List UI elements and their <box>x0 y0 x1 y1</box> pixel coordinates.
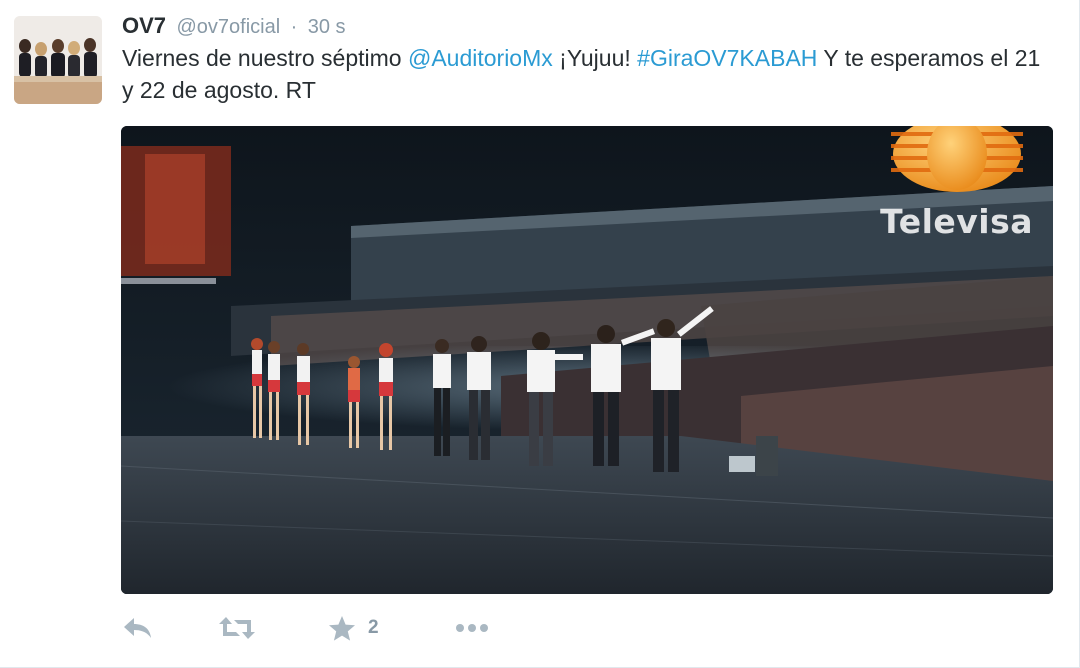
retweet-icon <box>219 617 255 639</box>
tweet-text-part: Viernes de nuestro séptimo <box>122 45 408 71</box>
tweet-actions: 2 <box>122 608 490 648</box>
star-icon <box>329 615 355 641</box>
mention-link[interactable]: @AuditorioMx <box>408 45 553 71</box>
tweet-photo[interactable]: Televisa <box>121 126 1053 594</box>
timestamp[interactable]: 30 s <box>308 16 346 38</box>
more-icon <box>456 624 488 632</box>
retweet-button[interactable] <box>218 608 328 648</box>
hashtag-link[interactable]: #GiraOV7KABAH <box>637 45 817 71</box>
watermark-logo: Televisa <box>880 202 1033 241</box>
tweet-text-part: ¡Yujuu! <box>552 45 638 71</box>
username[interactable]: @ov7oficial <box>176 16 280 38</box>
more-button[interactable] <box>454 608 490 648</box>
tweet-card: OV7 @ov7oficial · 30 s Viernes de nuestr… <box>0 0 1080 668</box>
display-name[interactable]: OV7 <box>122 13 166 38</box>
favorite-button[interactable]: 2 <box>328 608 454 648</box>
reply-button[interactable] <box>122 608 218 648</box>
separator-dot: · <box>290 16 298 38</box>
reply-icon <box>124 618 151 638</box>
favorite-count: 2 <box>368 617 379 638</box>
tweet-header: OV7 @ov7oficial · 30 s <box>122 10 346 42</box>
avatar[interactable] <box>14 16 102 104</box>
tweet-text: Viernes de nuestro séptimo @AuditorioMx … <box>122 42 1042 106</box>
